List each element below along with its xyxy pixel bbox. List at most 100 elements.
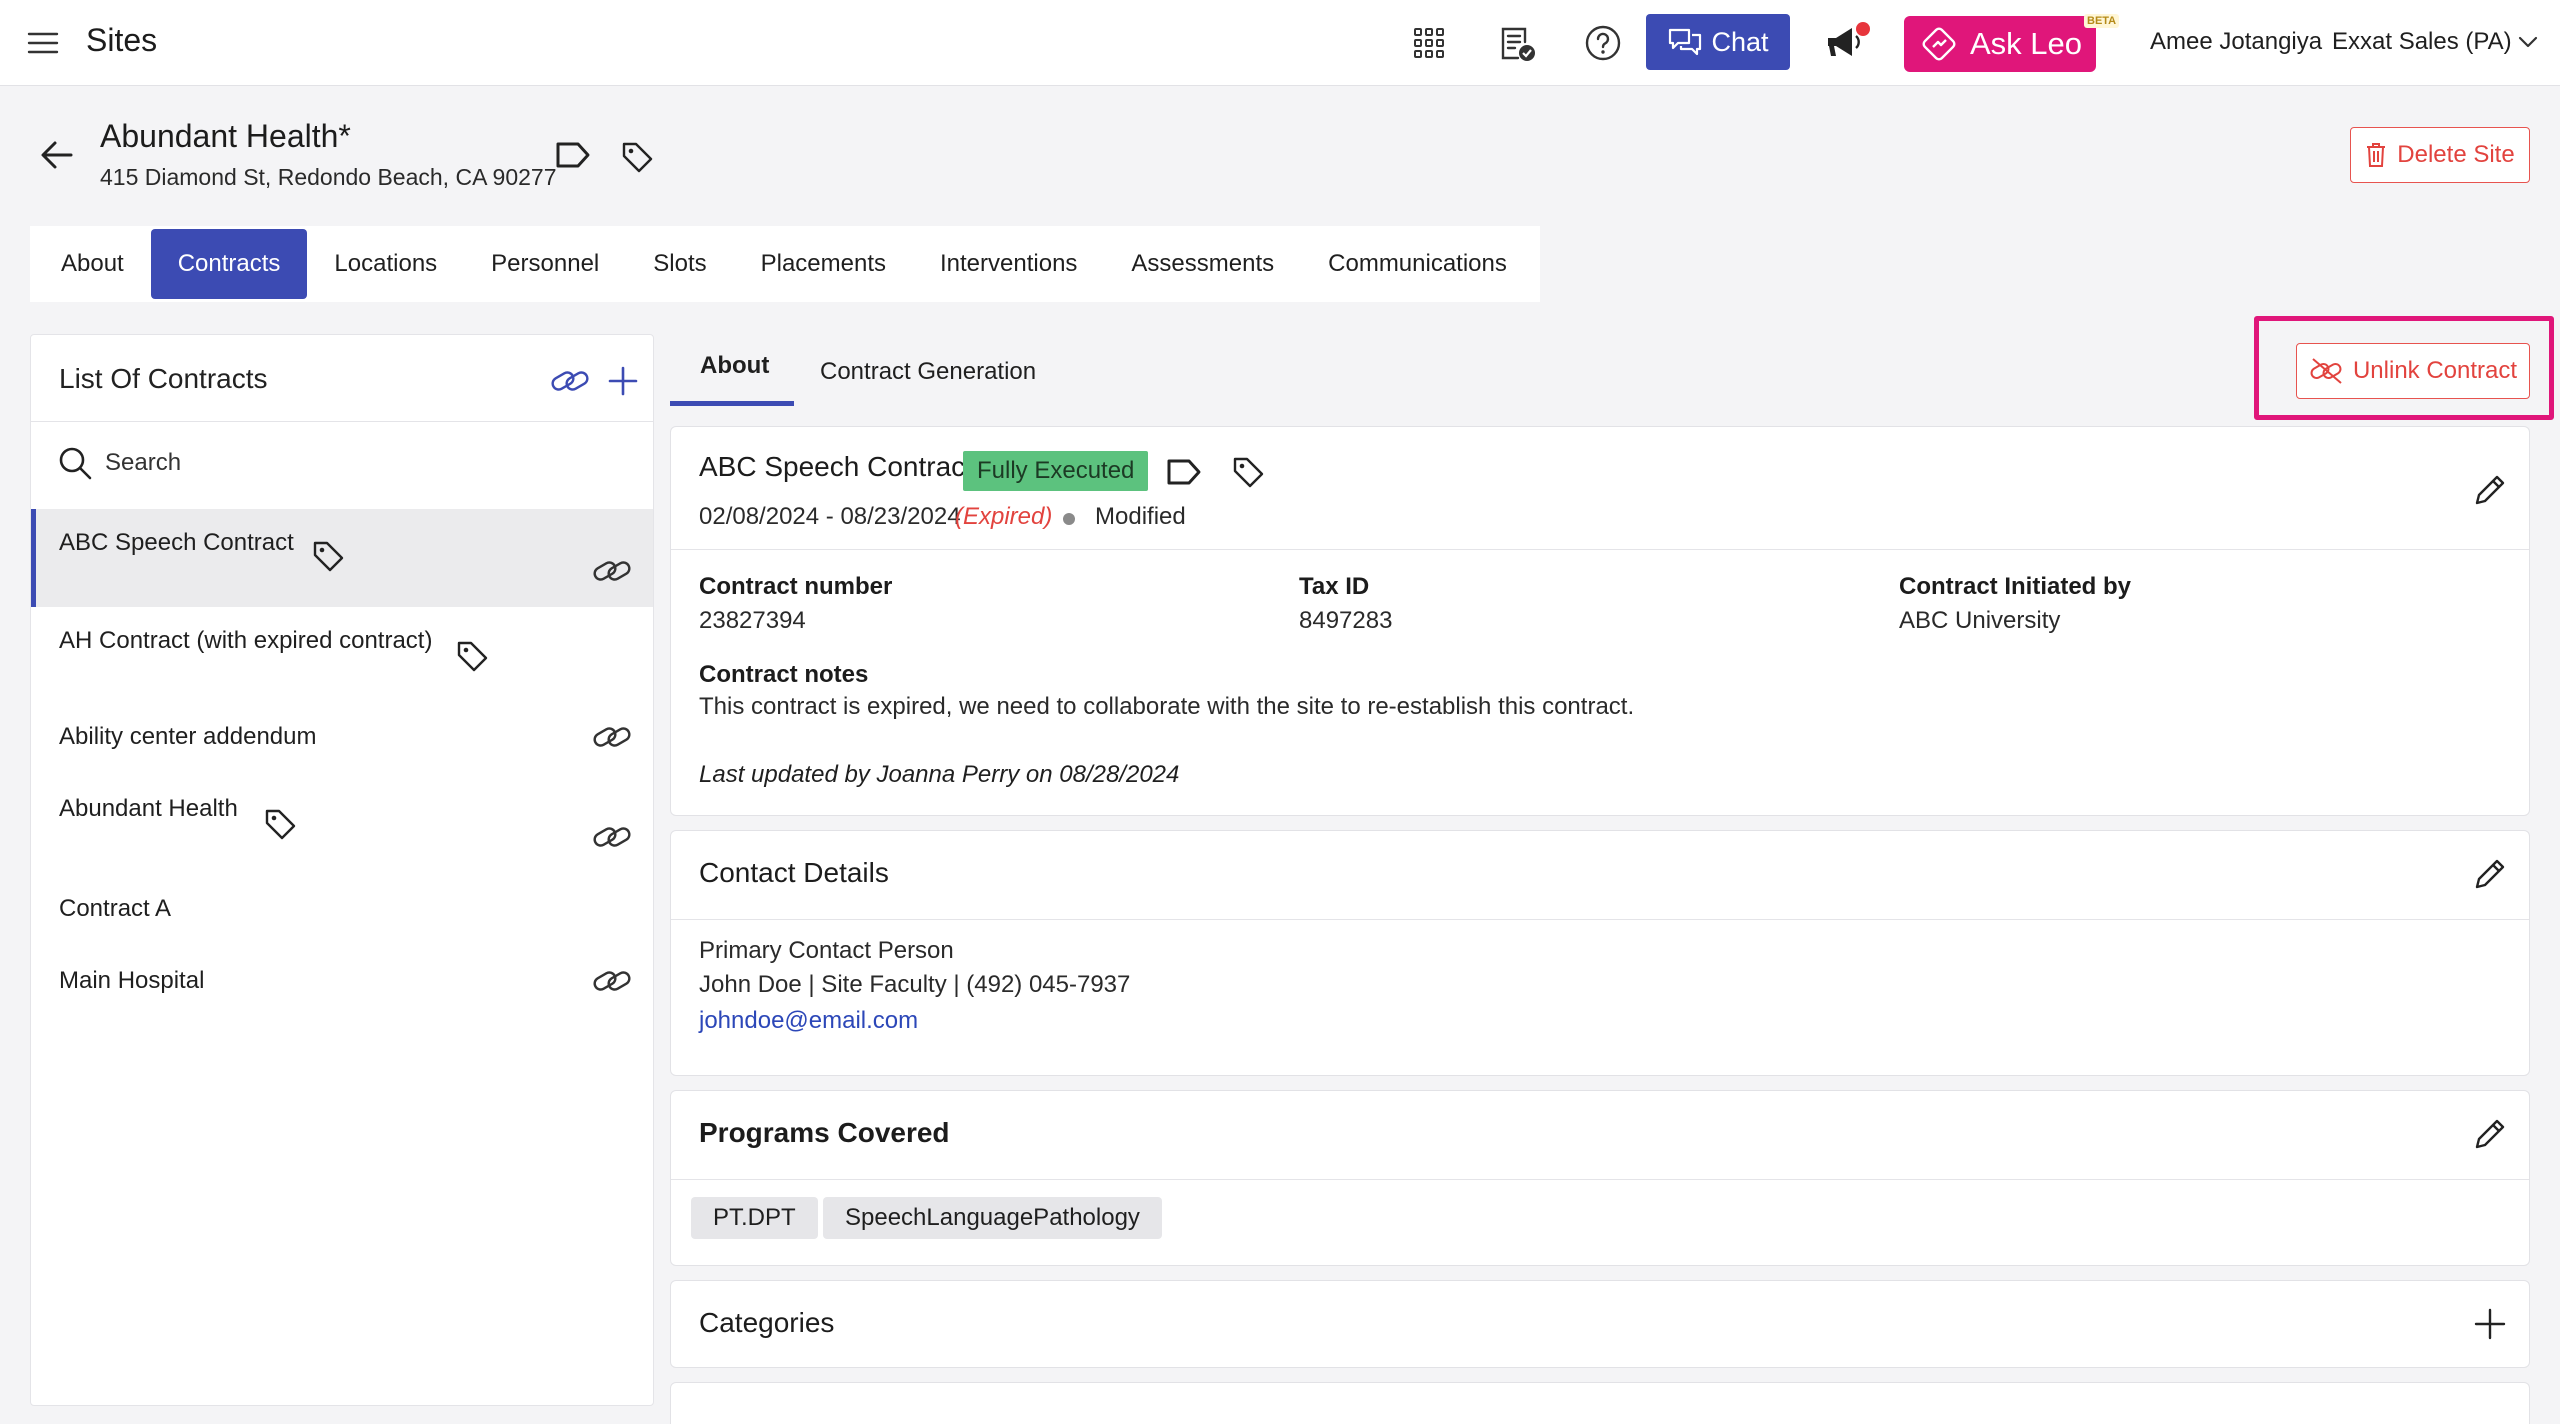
label-icon[interactable]	[1165, 457, 1203, 487]
link-icon[interactable]	[591, 963, 633, 999]
primary-contact-info: John Doe | Site Faculty | (492) 045-7937	[699, 971, 1131, 998]
chat-icon	[1667, 26, 1703, 58]
list-item-main-hospital[interactable]: Main Hospital	[31, 945, 653, 1017]
categories-card: Categories	[670, 1280, 2530, 1368]
program-chip: PT.DPT	[691, 1197, 818, 1239]
add-category-icon[interactable]	[2473, 1307, 2507, 1341]
subtab-about[interactable]: About	[700, 352, 769, 380]
contact-email-link[interactable]: johndoe@email.com	[699, 1007, 918, 1035]
status-badge: Fully Executed	[963, 451, 1149, 491]
list-item-abundant-health[interactable]: Abundant Health	[31, 775, 653, 873]
search-input[interactable]	[105, 445, 625, 481]
divider	[671, 549, 2529, 550]
chat-button[interactable]: Chat	[1646, 14, 1790, 70]
search-icon	[57, 445, 93, 481]
tax-id-label: Tax ID	[1299, 573, 1370, 600]
divider	[31, 421, 653, 422]
divider	[671, 1179, 2529, 1180]
delete-site-label: Delete Site	[2397, 141, 2515, 168]
program-chip: SpeechLanguagePathology	[823, 1197, 1162, 1239]
ask-leo-label: Ask Leo	[1970, 26, 2083, 61]
ask-leo-button[interactable]: Ask Leo	[1904, 16, 2096, 72]
list-item-label: AH Contract (with expired contract)	[59, 627, 433, 654]
org-name[interactable]: Exxat Sales (PA)	[2332, 28, 2512, 56]
programs-covered-title: Programs Covered	[699, 1117, 950, 1148]
initiated-by-value: ABC University	[1899, 607, 2061, 634]
list-item-label: Ability center addendum	[59, 723, 317, 750]
site-name: Abundant Health*	[100, 118, 351, 154]
list-item-label: ABC Speech Contract	[59, 529, 294, 556]
checklist-icon[interactable]	[1496, 22, 1538, 64]
main-tabs: About Contracts Locations Personnel Slot…	[30, 226, 1540, 302]
chevron-down-icon[interactable]	[2516, 30, 2540, 54]
unlink-contract-label: Unlink Contract	[2352, 357, 2518, 384]
notification-dot	[1856, 22, 1870, 36]
tab-locations[interactable]: Locations	[307, 229, 464, 299]
tag-icon[interactable]	[1231, 455, 1265, 489]
next-card	[670, 1382, 2530, 1424]
tab-assessments[interactable]: Assessments	[1104, 229, 1301, 299]
active-subtab-indicator	[670, 401, 794, 406]
list-item-ability-center-addendum[interactable]: Ability center addendum	[31, 703, 653, 775]
contract-number-label: Contract number	[699, 573, 893, 600]
primary-contact-label: Primary Contact Person	[699, 937, 954, 964]
tab-personnel[interactable]: Personnel	[464, 229, 626, 299]
link-icon[interactable]	[591, 819, 633, 855]
contract-dates: 02/08/2024 - 08/23/2024	[699, 503, 961, 530]
tab-about[interactable]: About	[34, 229, 151, 299]
contract-details-card: ABC Speech Contract Fully Executed 02/08…	[670, 426, 2530, 816]
link-icon[interactable]	[549, 363, 591, 399]
label-icon[interactable]	[554, 140, 592, 170]
edit-icon[interactable]	[2471, 471, 2509, 509]
contact-details-card: Contact Details Primary Contact Person J…	[670, 830, 2530, 1076]
menu-icon[interactable]	[26, 26, 60, 60]
divider	[671, 919, 2529, 920]
site-address: 415 Diamond St, Redondo Beach, CA 90277	[100, 164, 557, 190]
contract-title: ABC Speech Contract	[699, 451, 973, 482]
contract-notes-label: Contract notes	[699, 661, 869, 688]
unlink-contract-button[interactable]: Unlink Contract	[2296, 343, 2530, 399]
user-name[interactable]: Amee Jotangiya	[2150, 28, 2322, 56]
tag-icon[interactable]	[311, 539, 345, 573]
tax-id-value: 8497283	[1299, 607, 1393, 634]
list-item-ah-contract[interactable]: AH Contract (with expired contract)	[31, 607, 653, 703]
link-icon[interactable]	[591, 719, 633, 755]
list-item-contract-a[interactable]: Contract A	[31, 873, 653, 945]
edit-icon[interactable]	[2471, 1115, 2509, 1153]
help-icon[interactable]	[1582, 22, 1624, 64]
contract-number-value: 23827394	[699, 607, 806, 634]
chat-label: Chat	[1711, 26, 1769, 57]
expired-label: (Expired)	[955, 503, 1053, 530]
tag-icon[interactable]	[620, 140, 654, 174]
beta-badge: BETA	[2084, 14, 2120, 28]
list-item-label: Contract A	[59, 895, 172, 922]
tag-icon[interactable]	[455, 639, 489, 673]
contact-details-title: Contact Details	[699, 857, 889, 888]
tab-slots[interactable]: Slots	[626, 229, 733, 299]
list-item-label: Main Hospital	[59, 967, 205, 994]
tag-icon[interactable]	[263, 807, 297, 841]
delete-site-button[interactable]: Delete Site	[2350, 127, 2530, 183]
back-arrow-icon[interactable]	[38, 136, 76, 174]
contracts-list-panel: List Of Contracts ABC Speech Contract AH…	[30, 334, 654, 1406]
programs-covered-card: Programs Covered PT.DPT SpeechLanguagePa…	[670, 1090, 2530, 1266]
tab-communications[interactable]: Communications	[1301, 229, 1534, 299]
list-item-label: Abundant Health	[59, 795, 238, 822]
tab-placements[interactable]: Placements	[734, 229, 913, 299]
list-item-abc-speech-contract[interactable]: ABC Speech Contract	[31, 509, 653, 607]
initiated-by-label: Contract Initiated by	[1899, 573, 2132, 600]
edit-icon[interactable]	[2471, 855, 2509, 893]
unlink-icon	[2309, 356, 2345, 386]
subtab-contract-generation[interactable]: Contract Generation	[820, 358, 1036, 386]
tab-contracts[interactable]: Contracts	[150, 229, 308, 299]
modified-label: Modified	[1095, 503, 1186, 530]
categories-title: Categories	[699, 1307, 835, 1338]
contract-notes-value: This contract is expired, we need to col…	[699, 693, 1635, 720]
apps-grid-icon[interactable]	[1408, 22, 1450, 64]
link-icon[interactable]	[591, 553, 633, 589]
ask-leo-icon	[1920, 25, 1958, 63]
tab-interventions[interactable]: Interventions	[913, 229, 1104, 299]
separator-dot	[1063, 513, 1075, 525]
last-updated: Last updated by Joanna Perry on 08/28/20…	[699, 761, 1180, 788]
add-contract-icon[interactable]	[607, 365, 639, 397]
